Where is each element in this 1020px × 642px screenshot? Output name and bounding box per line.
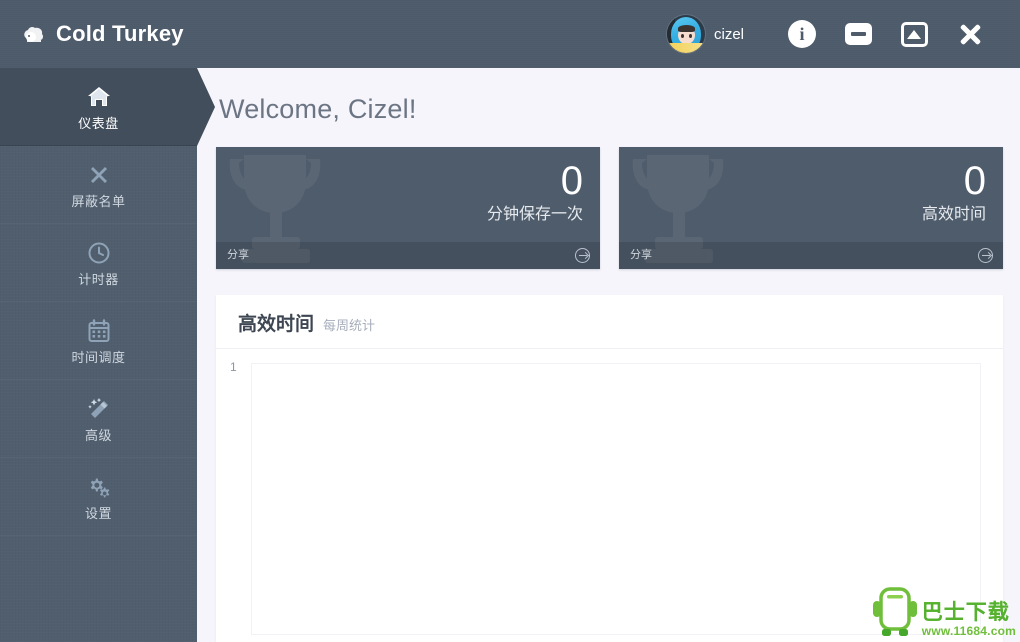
sidebar-item-label: 仪表盘 xyxy=(78,116,119,131)
stat-value: 0 xyxy=(560,159,583,203)
close-button[interactable] xyxy=(942,0,998,68)
gears-icon xyxy=(86,473,112,499)
sidebar-item-label: 屏蔽名单 xyxy=(71,194,126,209)
minimize-icon xyxy=(844,23,872,45)
stat-card-body: 0 分钟保存一次 xyxy=(487,161,583,223)
brand: Cold Turkey xyxy=(22,23,184,45)
magic-wand-icon xyxy=(86,395,112,421)
sidebar-item-schedule[interactable]: 时间调度 xyxy=(0,302,197,380)
sidebar-item-dashboard[interactable]: 仪表盘 xyxy=(0,68,215,146)
sidebar-item-label: 高级 xyxy=(84,428,112,443)
stat-card-productive-time[interactable]: 0 高效时间 分享 xyxy=(619,147,1003,269)
chart-panel-header: 高效时间 每周统计 xyxy=(216,295,1003,349)
avatar xyxy=(666,15,705,53)
title-bar: Cold Turkey cizel i xyxy=(0,0,1020,68)
chart-subtitle: 每周统计 xyxy=(323,318,376,333)
info-button[interactable]: i xyxy=(774,0,830,68)
sidebar-item-blocklist[interactable]: 屏蔽名单 xyxy=(0,146,197,224)
share-label: 分享 xyxy=(630,249,652,261)
share-bar[interactable]: 分享 xyxy=(619,242,1003,269)
chart-y-tick-label: 1 xyxy=(230,360,237,374)
main-content: Welcome, Cizel! 0 分钟保存一次 分享 0 高效时间 分享 高效… xyxy=(197,68,1020,642)
close-icon xyxy=(956,20,984,48)
turkey-icon xyxy=(22,25,46,44)
share-label: 分享 xyxy=(227,249,249,261)
stat-card-body: 0 高效时间 xyxy=(922,161,986,223)
home-icon xyxy=(86,83,112,109)
chart-title: 高效时间 xyxy=(238,314,315,335)
chart-area: 1 xyxy=(216,349,1003,642)
title-bar-controls: cizel i xyxy=(666,0,1020,68)
sidebar-item-label: 时间调度 xyxy=(71,350,126,365)
sidebar-item-advanced[interactable]: 高级 xyxy=(0,380,197,458)
stat-card-minutes-saved[interactable]: 0 分钟保存一次 分享 xyxy=(216,147,600,269)
app-window: Cold Turkey cizel i 仪表盘 屏蔽名单 计时器 时间调度 高级… xyxy=(0,0,1020,642)
sidebar: 仪表盘 屏蔽名单 计时器 时间调度 高级 设置 xyxy=(0,68,215,642)
sidebar-item-timer[interactable]: 计时器 xyxy=(0,224,197,302)
chart-plot-region[interactable] xyxy=(251,363,981,635)
user-chip[interactable]: cizel xyxy=(666,15,744,53)
sidebar-item-settings[interactable]: 设置 xyxy=(0,458,197,536)
maximize-button[interactable] xyxy=(886,0,942,68)
sidebar-item-label: 设置 xyxy=(84,506,112,521)
share-bar[interactable]: 分享 xyxy=(216,242,600,269)
stat-label: 分钟保存一次 xyxy=(486,206,583,223)
sidebar-item-label: 计时器 xyxy=(78,272,119,287)
clock-icon xyxy=(87,239,111,265)
username-label: cizel xyxy=(713,25,744,43)
arrow-circle-right-icon[interactable] xyxy=(575,248,590,263)
stat-cards: 0 分钟保存一次 分享 0 高效时间 分享 xyxy=(216,147,1003,269)
stat-value: 0 xyxy=(963,159,986,203)
info-icon: i xyxy=(788,20,816,48)
chart-panel: 高效时间 每周统计 1 xyxy=(216,295,1003,642)
maximize-icon xyxy=(900,21,928,47)
close-x-icon xyxy=(87,161,111,187)
arrow-circle-right-icon[interactable] xyxy=(978,248,993,263)
stat-label: 高效时间 xyxy=(921,206,986,223)
brand-name: Cold Turkey xyxy=(56,21,184,46)
minimize-button[interactable] xyxy=(830,0,886,68)
calendar-icon xyxy=(87,317,111,343)
page-title: Welcome, Cizel! xyxy=(219,94,417,124)
